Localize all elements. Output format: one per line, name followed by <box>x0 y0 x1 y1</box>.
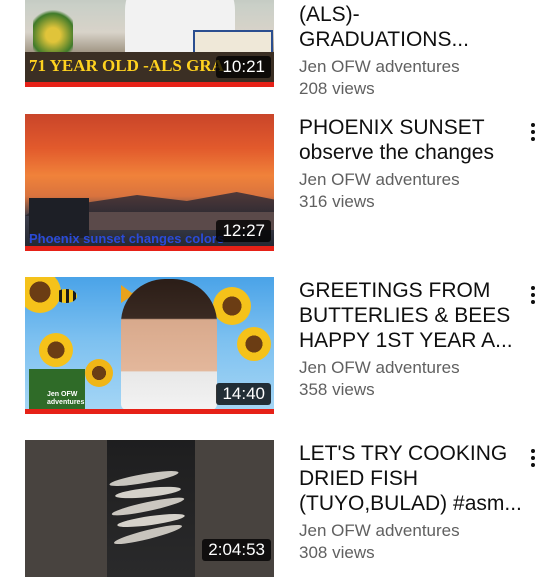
thumbnail-overlay-text: 71 YEAR OLD -ALS GRA <box>29 56 224 75</box>
watch-progress-bar <box>25 246 274 251</box>
thumbnail-overlay-text: Phoenix sunset changes colors <box>29 231 225 246</box>
video-duration: 10:21 <box>216 56 271 78</box>
more-vert-icon[interactable] <box>522 117 544 147</box>
channel-name[interactable]: Jen OFW adventures <box>299 357 524 379</box>
person-portrait <box>121 279 217 410</box>
watch-progress-bar <box>25 409 274 414</box>
view-count: 358 views <box>299 380 375 399</box>
channel-name[interactable]: Jen OFW adventures <box>299 520 524 542</box>
sunflower-left-low <box>85 359 113 387</box>
view-count: 208 views <box>299 79 375 98</box>
bee-icon <box>55 289 77 303</box>
video-title[interactable]: PHOENIX SUNSET observe the changes <box>299 115 524 165</box>
channel-watermark: Jen OFW adventures <box>47 391 85 406</box>
video-duration: 14:40 <box>216 383 271 405</box>
watch-progress-bar <box>25 82 274 87</box>
video-thumbnail[interactable]: Phoenix sunset changes colors 12:27 <box>25 114 274 251</box>
video-title[interactable]: GREETINGS FROM BUTTERLIES & BEES HAPPY 1… <box>299 278 524 353</box>
video-title[interactable]: LET'S TRY COOKING DRIED FISH (TUYO,BULAD… <box>299 441 524 516</box>
view-count: 316 views <box>299 192 375 211</box>
channel-name[interactable]: Jen OFW adventures <box>299 169 524 191</box>
video-thumbnail[interactable]: 2:04:53 <box>25 440 274 577</box>
video-duration: 2:04:53 <box>202 539 271 561</box>
video-thumbnail[interactable]: Jen OFW adventures 14:40 <box>25 277 274 414</box>
view-count: 308 views <box>299 543 375 562</box>
more-vert-icon[interactable] <box>522 443 544 473</box>
video-thumbnail[interactable]: 71 YEAR OLD -ALS GRA 10:21 <box>25 0 274 87</box>
sunflower-left-mid <box>39 333 73 367</box>
more-vert-icon[interactable] <box>522 280 544 310</box>
channel-name[interactable]: Jen OFW adventures <box>299 56 524 78</box>
video-title[interactable]: (ALS)-GRADUATIONS... <box>299 2 524 52</box>
sunflower-right-2 <box>237 327 271 361</box>
sunflower-right-1 <box>213 287 251 325</box>
video-duration: 12:27 <box>216 220 271 242</box>
